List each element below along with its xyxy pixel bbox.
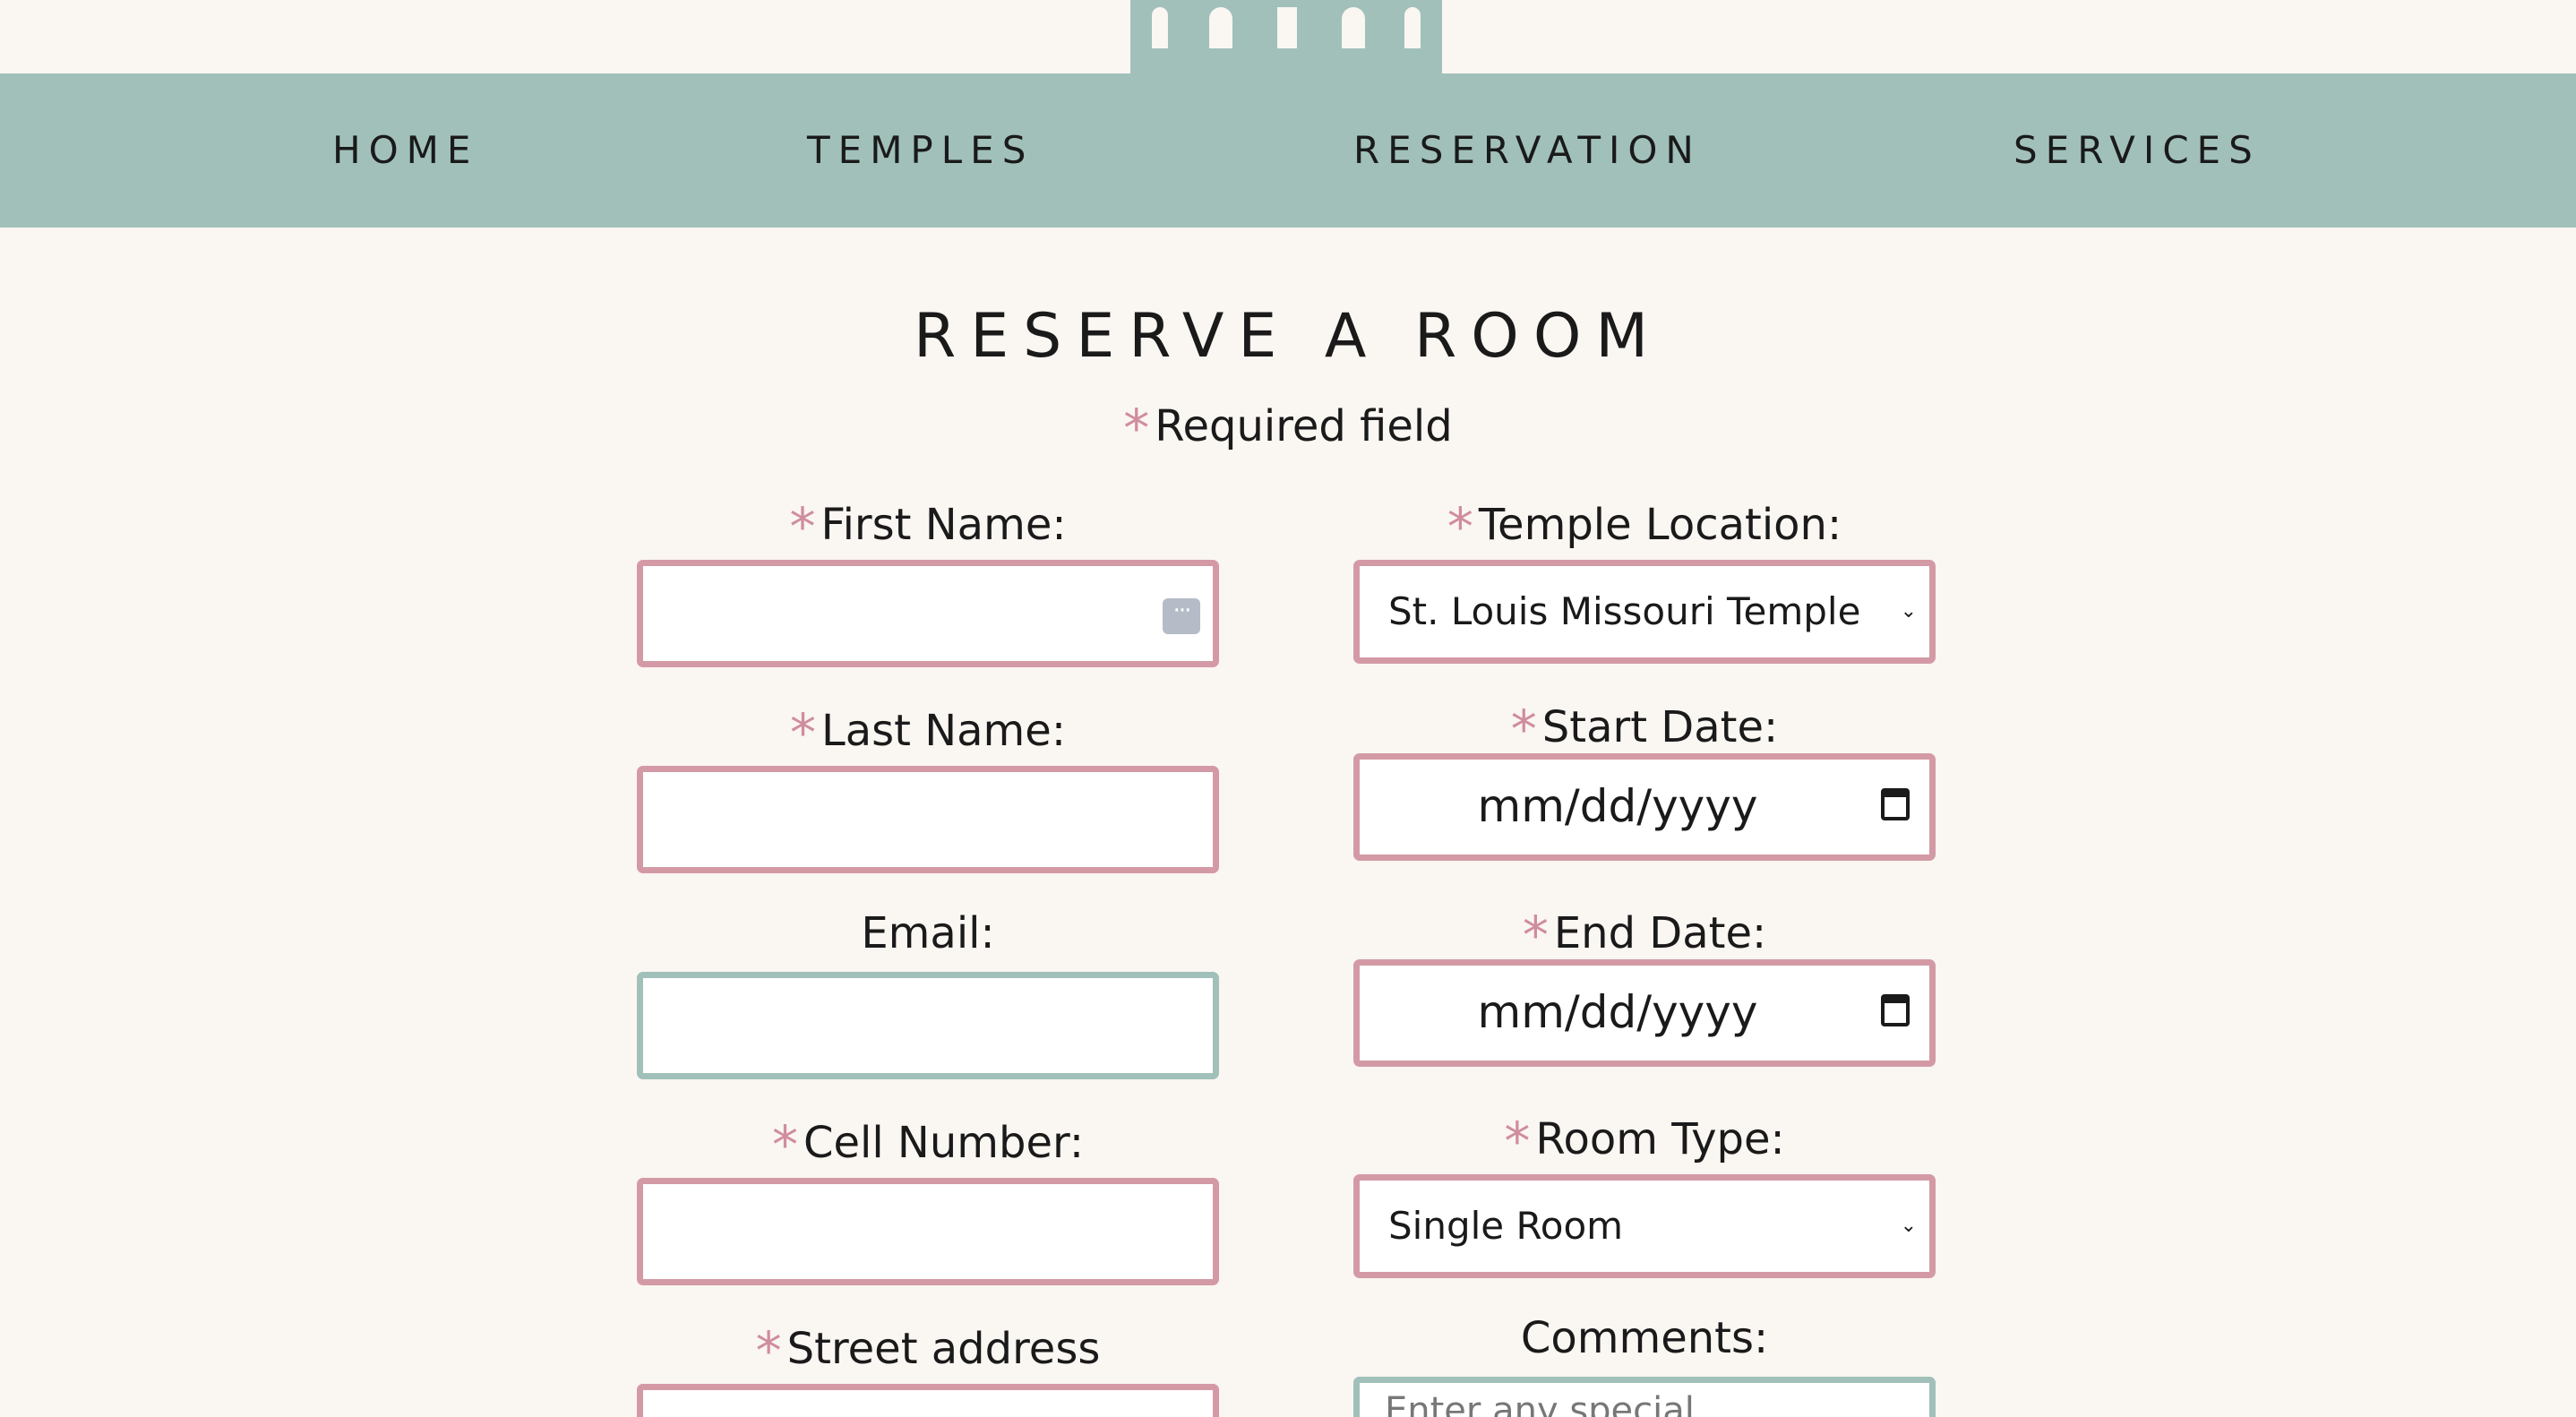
required-asterisk: * (1123, 398, 1150, 459)
cell-number-label: * Cell Number: (771, 1114, 1085, 1175)
street-address-field[interactable] (637, 1384, 1219, 1417)
end-date-label: * End Date: (1522, 905, 1767, 966)
page-title: RESERVE A ROOM (913, 301, 1663, 372)
comments-label: Comments: (1520, 1313, 1769, 1363)
required-asterisk: * (1510, 699, 1537, 760)
required-asterisk: * (1504, 1111, 1531, 1172)
start-date-label: * Start Date: (1510, 699, 1779, 760)
temple-location-select[interactable]: St. Louis Missouri Temple ⌄ (1353, 560, 1936, 664)
chevron-down-icon: ⌄ (1900, 600, 1917, 623)
comments-textarea[interactable]: Enter any special (1353, 1377, 1936, 1417)
end-date-placeholder: mm/dd/yyyy (1477, 986, 1758, 1038)
start-date-field[interactable]: mm/dd/yyyy (1353, 753, 1936, 861)
cell-number-field[interactable] (637, 1178, 1219, 1285)
calendar-icon[interactable] (1881, 994, 1910, 1026)
end-date-field[interactable]: mm/dd/yyyy (1353, 959, 1936, 1067)
email-label: Email: (861, 908, 995, 958)
room-type-select[interactable]: Single Room ⌄ (1353, 1174, 1936, 1278)
required-asterisk: * (789, 496, 816, 557)
password-manager-icon[interactable]: ··· (1163, 598, 1200, 634)
first-name-label: * First Name: (789, 496, 1067, 557)
chevron-down-icon: ⌄ (1900, 1215, 1917, 1237)
room-type-value: Single Room (1388, 1204, 1624, 1248)
required-asterisk: * (1447, 496, 1473, 557)
room-type-label: * Room Type: (1504, 1111, 1785, 1172)
temple-location-label: * Temple Location: (1447, 496, 1842, 557)
nav-reservation[interactable]: RESERVATION (1353, 73, 1702, 228)
start-date-placeholder: mm/dd/yyyy (1477, 780, 1758, 832)
required-asterisk: * (755, 1320, 782, 1381)
main-nav: HOME TEMPLES RESERVATION SERVICES (0, 73, 2576, 228)
castle-logo[interactable] (1130, 0, 1442, 73)
required-asterisk: * (771, 1114, 798, 1175)
nav-home[interactable]: HOME (332, 73, 478, 228)
required-asterisk: * (1522, 905, 1549, 966)
calendar-icon[interactable] (1881, 788, 1910, 820)
email-field[interactable] (637, 972, 1219, 1079)
last-name-field[interactable] (637, 766, 1219, 873)
required-asterisk: * (789, 702, 816, 763)
required-note-text: Required field (1155, 401, 1453, 451)
first-name-field[interactable]: ··· (637, 560, 1219, 667)
last-name-label: * Last Name: (789, 702, 1067, 763)
nav-temples[interactable]: TEMPLES (807, 73, 1034, 228)
street-address-label: * Street address (755, 1320, 1101, 1381)
nav-services[interactable]: SERVICES (2014, 73, 2261, 228)
temple-location-value: St. Louis Missouri Temple (1388, 589, 1861, 633)
required-note: * Required field (0, 398, 2576, 459)
comments-placeholder: Enter any special (1385, 1390, 1695, 1417)
